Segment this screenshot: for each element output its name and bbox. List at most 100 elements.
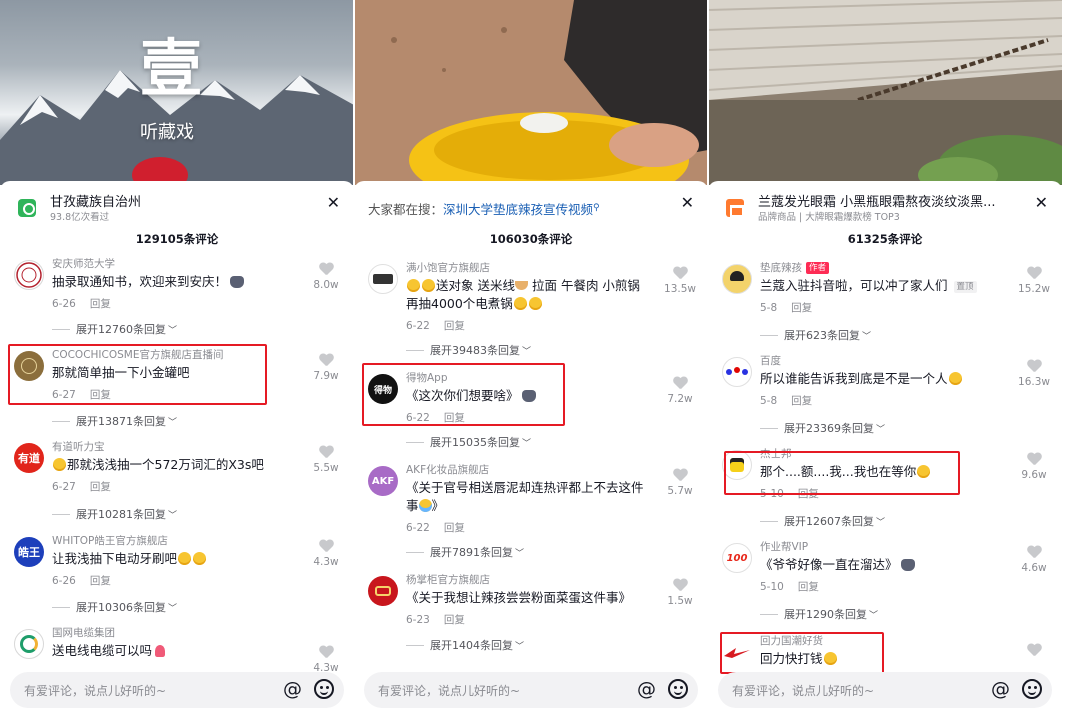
- comment-author[interactable]: 安庆师范大学: [52, 257, 296, 271]
- comment-input[interactable]: 有爱评论，说点儿好听的~ @: [10, 672, 344, 708]
- expand-replies[interactable]: 展开12607条回复 ﹀: [760, 513, 885, 529]
- heart-icon: [1027, 267, 1041, 280]
- comment-author[interactable]: WHITOP皓王官方旗舰店: [52, 534, 296, 548]
- reply-button[interactable]: 回复: [90, 298, 111, 310]
- like-button[interactable]: [1014, 644, 1054, 657]
- avatar[interactable]: 皓王: [14, 537, 44, 567]
- like-button[interactable]: 13.5w: [660, 267, 700, 295]
- comment-author[interactable]: 垫底辣孩 作者: [760, 261, 1004, 275]
- like-button[interactable]: 15.2w: [1014, 267, 1054, 295]
- expand-replies[interactable]: 展开1290条回复 ﹀: [760, 606, 878, 622]
- product-bar[interactable]: 兰蔻发光眼霜 小黑瓶眼霜熬夜淡纹淡黑... 品牌商品 | 大牌眼霜爆款榜 TOP…: [722, 187, 1048, 223]
- reply-button[interactable]: 回复: [791, 302, 812, 314]
- avatar[interactable]: [14, 351, 44, 381]
- like-button[interactable]: 5.7w: [660, 469, 700, 497]
- at-mention-icon[interactable]: @: [991, 676, 1010, 702]
- reply-button[interactable]: 回复: [444, 614, 465, 626]
- expand-replies[interactable]: 展开39483条回复 ﹀: [406, 342, 531, 358]
- avatar[interactable]: [722, 264, 752, 294]
- avatar[interactable]: [14, 260, 44, 290]
- close-icon[interactable]: ✕: [1035, 193, 1048, 212]
- reply-button[interactable]: 回复: [444, 522, 465, 534]
- expand-replies[interactable]: 展开23369条回复 ﹀: [760, 420, 885, 436]
- expand-replies[interactable]: 展开1404条回复 ﹀: [406, 637, 524, 653]
- heart-icon: [319, 540, 333, 553]
- panel-divider: [707, 0, 709, 722]
- comment-author[interactable]: 满小饱官方旗舰店: [406, 261, 650, 275]
- emoji-icon[interactable]: [314, 679, 334, 699]
- chevron-down-icon: ﹀: [869, 611, 879, 621]
- reply-button[interactable]: 回复: [791, 395, 812, 407]
- avatar[interactable]: 有道: [14, 443, 44, 473]
- like-button[interactable]: 4.3w: [306, 540, 346, 568]
- expand-replies[interactable]: 展开15035条回复 ﹀: [406, 434, 531, 450]
- video-background[interactable]: 壹 听藏戏: [0, 0, 354, 185]
- like-button[interactable]: 9.6w: [1014, 453, 1054, 481]
- comment-text: 送电线电缆可以吗: [52, 642, 296, 660]
- avatar[interactable]: [722, 357, 752, 387]
- comment-author[interactable]: 杰士邦: [760, 447, 1004, 461]
- avatar[interactable]: [368, 264, 398, 294]
- expand-replies[interactable]: 展开13871条回复 ﹀: [52, 413, 177, 429]
- reply-button[interactable]: 回复: [444, 412, 465, 424]
- emoji-icon[interactable]: [1022, 679, 1042, 699]
- like-button[interactable]: 7.2w: [660, 377, 700, 405]
- search-suggestion[interactable]: 大家都在搜：深圳大学垫底辣孩宣传视频⚲: [368, 199, 600, 218]
- avatar[interactable]: 得物: [368, 374, 398, 404]
- search-query[interactable]: 深圳大学垫底辣孩宣传视频: [443, 202, 593, 217]
- comment-author[interactable]: 国网电缆集团: [52, 626, 296, 640]
- comment-author[interactable]: 有道听力宝: [52, 440, 296, 454]
- location-bar[interactable]: 甘孜藏族自治州 93.8亿次看过 ✕: [14, 187, 340, 223]
- comment-input[interactable]: 有爱评论，说点儿好听的~ @: [364, 672, 698, 708]
- chevron-down-icon: ﹀: [522, 439, 532, 449]
- comment-author[interactable]: 回力国潮好货: [760, 634, 1004, 648]
- comment-author[interactable]: 百度: [760, 354, 1004, 368]
- avatar[interactable]: [722, 450, 752, 480]
- expand-replies[interactable]: 展开10306条回复 ﹀: [52, 599, 177, 615]
- like-button[interactable]: 4.6w: [1014, 546, 1054, 574]
- like-button[interactable]: 1.5w: [660, 579, 700, 607]
- avatar[interactable]: [368, 576, 398, 606]
- comment-text: 那个....额....我...我也在等你: [760, 463, 1004, 481]
- location-views: 93.8亿次看过: [50, 212, 110, 223]
- like-count: 7.9w: [313, 370, 339, 382]
- video-background[interactable]: [708, 0, 1062, 185]
- reply-button[interactable]: 回复: [798, 581, 819, 593]
- reply-button[interactable]: 回复: [90, 575, 111, 587]
- avatar[interactable]: 100: [722, 543, 752, 573]
- comment-author[interactable]: 杨掌柜官方旗舰店: [406, 573, 650, 587]
- like-button[interactable]: 8.0w: [306, 263, 346, 291]
- like-button[interactable]: 4.3w: [306, 646, 346, 674]
- expand-replies[interactable]: 展开7891条回复 ﹀: [406, 544, 524, 560]
- like-button[interactable]: 16.3w: [1014, 360, 1054, 388]
- expand-replies[interactable]: 展开10281条回复 ﹀: [52, 506, 177, 522]
- reply-button[interactable]: 回复: [798, 488, 819, 500]
- comment-input[interactable]: 有爱评论，说点儿好听的~ @: [718, 672, 1052, 708]
- product-subtitle: 品牌商品 | 大牌眼霜爆款榜 TOP3: [758, 212, 900, 223]
- like-button[interactable]: 5.5w: [306, 446, 346, 474]
- comment-item: 回力国潮好货 回力快打钱: [722, 634, 1054, 674]
- expand-replies[interactable]: 展开623条回复 ﹀: [760, 327, 871, 343]
- at-mention-icon[interactable]: @: [283, 676, 302, 702]
- expand-replies[interactable]: 展开12760条回复 ﹀: [52, 321, 177, 337]
- heart-icon: [673, 267, 687, 280]
- at-mention-icon[interactable]: @: [637, 676, 656, 702]
- reply-button[interactable]: 回复: [444, 320, 465, 332]
- comment-author[interactable]: AKF化妆品旗舰店: [406, 463, 650, 477]
- avatar[interactable]: [14, 629, 44, 659]
- avatar[interactable]: AKF: [368, 466, 398, 496]
- emoji-icon[interactable]: [668, 679, 688, 699]
- noodle-emoji-icon: [514, 281, 528, 290]
- comment-author[interactable]: 作业帮VIP: [760, 540, 1004, 554]
- close-icon[interactable]: ✕: [681, 193, 694, 212]
- video-background[interactable]: [354, 0, 708, 185]
- heart-icon: [319, 646, 333, 659]
- search-suggestion-bar[interactable]: 大家都在搜：深圳大学垫底辣孩宣传视频⚲ ✕: [368, 187, 694, 223]
- avatar[interactable]: [722, 637, 752, 667]
- reply-button[interactable]: 回复: [90, 389, 111, 401]
- reply-button[interactable]: 回复: [90, 481, 111, 493]
- like-button[interactable]: 7.9w: [306, 354, 346, 382]
- close-icon[interactable]: ✕: [327, 193, 340, 212]
- comment-author[interactable]: COCOCHICOSME官方旗舰店直播间: [52, 348, 296, 362]
- comment-author[interactable]: 得物App: [406, 371, 650, 385]
